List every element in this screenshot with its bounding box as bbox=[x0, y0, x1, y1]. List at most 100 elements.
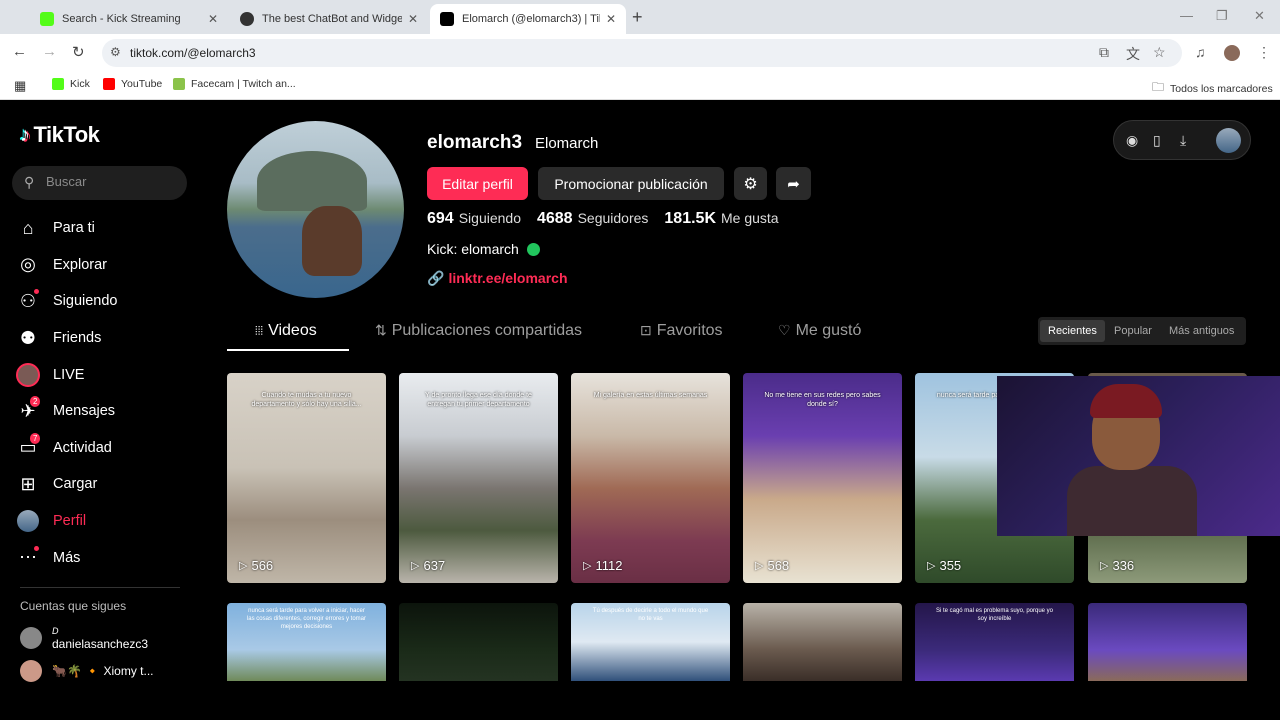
bookmark-icon: ⊡ bbox=[640, 322, 652, 338]
top-right-actions: ◉ ▯ ⤓ bbox=[1113, 120, 1251, 160]
tab-liked[interactable]: ♡ Me gustó bbox=[778, 322, 861, 340]
omnibox[interactable]: ⚙ tiktok.com/@elomarch3 bbox=[102, 39, 1182, 67]
bookmark-label: Facecam | Twitch an... bbox=[191, 78, 296, 90]
sidebar-item-friends[interactable]: ⚉ Friends bbox=[16, 320, 196, 357]
browser-tab-tiktok[interactable]: Elomarch (@elomarch3) | TikTo ✕ bbox=[430, 4, 626, 34]
activity-icon: ▭ 7 bbox=[16, 432, 41, 460]
device-icon[interactable]: ▯ bbox=[1153, 132, 1161, 149]
play-icon: ▷ bbox=[583, 560, 592, 572]
video-card[interactable]: Y de pronto llega ese día donde te entre… bbox=[399, 373, 558, 583]
more-icon: ⋯ bbox=[19, 545, 39, 568]
link-text[interactable]: linktr.ee/elomarch bbox=[448, 270, 567, 286]
video-card[interactable]: No me tiene en sus redes pero sabes dond… bbox=[743, 373, 902, 583]
tab-label: Favoritos bbox=[656, 322, 723, 339]
bookmark-star-icon[interactable]: ☆ bbox=[1153, 44, 1166, 61]
nav-label: Más bbox=[53, 549, 81, 566]
video-card[interactable]: Si te cagó mal es problema suyo, porque … bbox=[915, 603, 1074, 681]
forward-icon[interactable]: → bbox=[42, 43, 57, 60]
sidebar-nav: ⌂ Para ti ◎ Explorar ⚇ Siguiendo ⚉ Friends L… bbox=[16, 210, 196, 576]
promote-post-button[interactable]: Promocionar publicación bbox=[538, 167, 724, 200]
search-box[interactable]: ⚲ bbox=[12, 166, 187, 200]
video-card[interactable] bbox=[743, 603, 902, 681]
close-tab-icon[interactable]: ✕ bbox=[408, 12, 418, 26]
video-card[interactable] bbox=[399, 603, 558, 681]
settings-gear-icon[interactable]: ⚙ bbox=[734, 167, 767, 200]
close-window-icon[interactable]: ✕ bbox=[1254, 8, 1265, 24]
profile-stats: 694 Siguiendo 4688 Seguidores 181.5K Me gus… bbox=[427, 210, 795, 228]
sidebar-item-siguiendo[interactable]: ⚇ Siguiendo bbox=[16, 283, 196, 320]
avatar-person bbox=[302, 206, 362, 276]
play-icon: ▷ bbox=[411, 560, 420, 572]
overlay-person-body bbox=[1067, 466, 1197, 536]
sidebar-item-cargar[interactable]: ⊞ Cargar bbox=[16, 466, 196, 503]
browser-tab-kick[interactable]: Search - Kick Streaming ✕ bbox=[30, 4, 228, 34]
browser-profile-avatar[interactable] bbox=[1224, 45, 1240, 61]
followed-account[interactable]: Ddanielasanchezc3 bbox=[20, 625, 148, 651]
notification-dot bbox=[34, 289, 39, 295]
new-tab-icon[interactable]: + bbox=[632, 7, 643, 28]
tab-favorites[interactable]: ⊡ Favoritos bbox=[640, 322, 723, 340]
followed-account[interactable]: 🐂🌴 🔸 Xiomy t... bbox=[20, 660, 154, 682]
browser-tab-chatbot[interactable]: The best ChatBot and Widgets f ✕ bbox=[230, 4, 428, 34]
translate-icon[interactable]: 文 bbox=[1126, 44, 1140, 64]
sidebar-item-para-ti[interactable]: ⌂ Para ti bbox=[16, 210, 196, 247]
apps-grid-icon[interactable]: ▦ bbox=[14, 78, 26, 94]
play-icon: ▷ bbox=[927, 560, 936, 572]
edit-profile-button[interactable]: Editar perfil bbox=[427, 167, 528, 200]
media-control-icon[interactable]: ♫ bbox=[1195, 44, 1206, 60]
sidebar-item-perfil[interactable]: Perfil bbox=[16, 503, 196, 540]
bookmark-kick[interactable]: Kick bbox=[52, 78, 90, 90]
nav-label: Perfil bbox=[53, 513, 87, 530]
video-caption: No me tiene en sus redes pero sabes dond… bbox=[764, 392, 881, 408]
following-stat[interactable]: 694 Siguiendo bbox=[427, 210, 521, 228]
search-input[interactable] bbox=[46, 174, 176, 189]
site-info-icon[interactable]: ⚙ bbox=[110, 45, 121, 59]
reload-icon[interactable]: ↻ bbox=[72, 43, 85, 61]
video-card[interactable]: Cuando te mudas a tu nuevo departamento … bbox=[227, 373, 386, 583]
tab-videos[interactable]: ⦙⦙⦙ Videos bbox=[255, 322, 317, 340]
share-icon[interactable]: ➦ bbox=[776, 167, 811, 200]
browser-menu-icon[interactable]: ⋮ bbox=[1257, 44, 1271, 61]
sidebar-item-actividad[interactable]: ▭ 7 Actividad bbox=[16, 430, 196, 467]
tiktok-logo[interactable]: ♪ TikTok bbox=[20, 122, 100, 148]
sidebar-item-mensajes[interactable]: ✈ 2 Mensajes bbox=[16, 393, 196, 430]
bookmark-youtube[interactable]: YouTube bbox=[103, 78, 162, 90]
sort-oldest[interactable]: Más antiguos bbox=[1161, 320, 1242, 342]
download-icon[interactable]: ⤓ bbox=[1180, 132, 1186, 149]
sidebar-item-mas[interactable]: ⋯ Más bbox=[16, 539, 196, 576]
tab-reposts[interactable]: ⇅ Publicaciones compartidas bbox=[375, 322, 582, 340]
all-bookmarks[interactable]: 🗀 Todos los marcadores bbox=[1152, 78, 1273, 99]
nav-label: Para ti bbox=[53, 220, 95, 237]
close-tab-icon[interactable]: ✕ bbox=[208, 12, 218, 26]
profile-avatar bbox=[16, 509, 40, 533]
sort-popular[interactable]: Popular bbox=[1106, 320, 1160, 342]
webcam-overlay bbox=[997, 376, 1280, 536]
bookmark-label: Kick bbox=[70, 78, 90, 90]
video-card[interactable]: Tú después de decirle a todo el mundo qu… bbox=[571, 603, 730, 681]
sidebar-item-explorar[interactable]: ◎ Explorar bbox=[16, 247, 196, 284]
friends-icon: ⚉ bbox=[19, 327, 37, 348]
video-card[interactable] bbox=[1088, 603, 1247, 681]
grid-icon: ⦙⦙⦙ bbox=[255, 324, 264, 338]
video-card[interactable]: nunca será tarde para volver a iniciar, … bbox=[227, 603, 386, 681]
profile-link[interactable]: 🔗 linktr.ee/elomarch bbox=[427, 270, 568, 287]
profile-bio: Kick: elomarch bbox=[427, 241, 540, 257]
avatar bbox=[20, 660, 42, 682]
user-avatar-small[interactable] bbox=[1216, 128, 1241, 153]
sort-recent[interactable]: Recientes bbox=[1040, 320, 1105, 342]
bookmark-facecam[interactable]: Facecam | Twitch an... bbox=[173, 78, 296, 90]
back-icon[interactable]: ← bbox=[12, 43, 27, 60]
coins-icon[interactable]: ◉ bbox=[1126, 132, 1138, 149]
followers-stat[interactable]: 4688 Seguidores bbox=[537, 210, 648, 228]
install-app-icon[interactable]: ⧉ bbox=[1099, 44, 1109, 61]
minimize-icon[interactable]: — bbox=[1180, 8, 1193, 23]
close-tab-icon[interactable]: ✕ bbox=[606, 12, 616, 26]
views-value: 568 bbox=[767, 558, 790, 573]
profile-avatar-large[interactable] bbox=[227, 121, 404, 298]
avatar bbox=[20, 627, 42, 649]
url-text[interactable]: tiktok.com/@elomarch3 bbox=[130, 46, 256, 60]
video-card[interactable]: Mi galería en estas últimas semanas ▷ 1112 bbox=[571, 373, 730, 583]
sidebar-item-live[interactable]: LIVE bbox=[16, 356, 196, 393]
chatbot-favicon-icon bbox=[240, 12, 254, 26]
maximize-icon[interactable]: ❐ bbox=[1216, 8, 1228, 24]
